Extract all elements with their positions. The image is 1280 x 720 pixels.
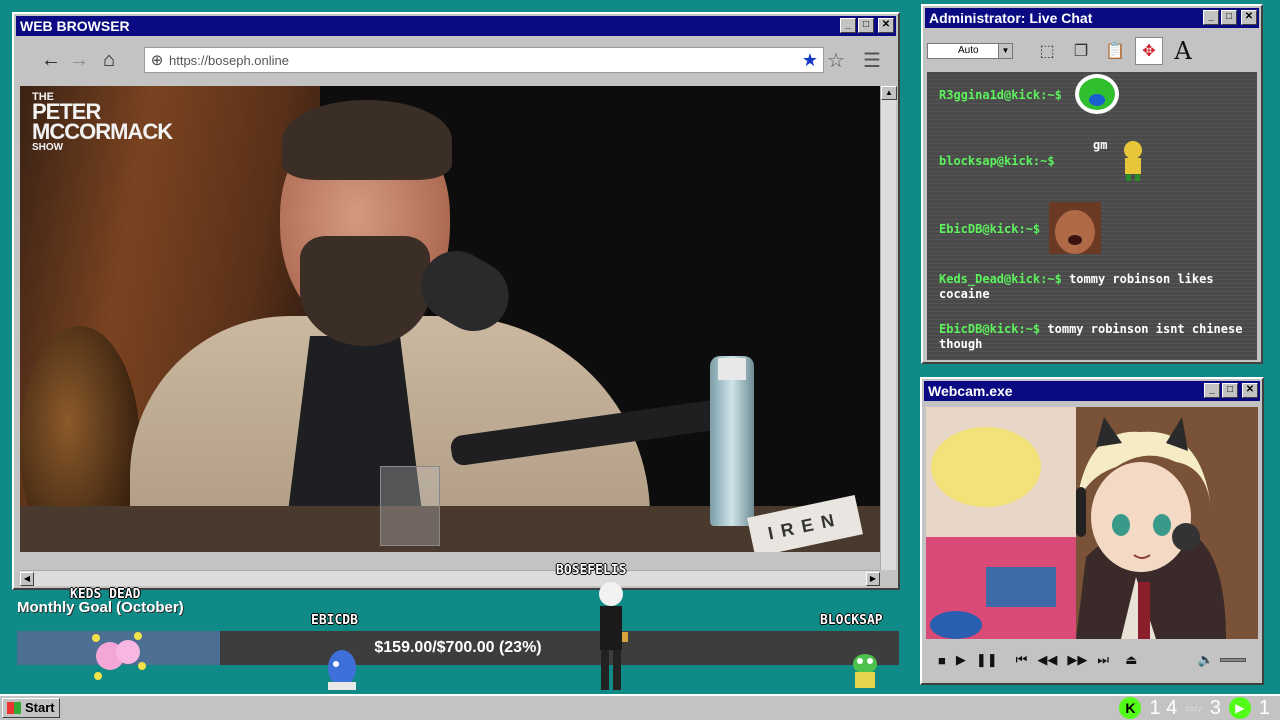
chat-username[interactable]: R3ggina1d@kick:~$ — [939, 88, 1062, 102]
scroll-left-arrow-icon[interactable]: ◀ — [20, 572, 34, 586]
webcam-titlebar[interactable]: Webcam.exe _ □ ✕ — [924, 381, 1260, 401]
chat-username[interactable]: EbicDB@kick:~$ — [939, 222, 1040, 236]
eject-icon[interactable]: ⏏ — [1125, 652, 1137, 668]
scroll-up-arrow-icon[interactable]: ▲ — [881, 86, 897, 100]
chat-username[interactable]: blocksap@kick:~$ — [939, 154, 1055, 168]
chat-titlebar[interactable]: Administrator: Live Chat _ □ ✕ — [925, 8, 1259, 28]
chevron-down-icon[interactable]: ▼ — [998, 44, 1012, 58]
chat-toolbar: Auto ▼ ⬚ ❐ 📋 ✥ A — [927, 34, 1257, 68]
chat-message: blocksap@kick:~$ — [939, 154, 1249, 169]
sprite-name-blocksap: BLOCKSAP — [820, 613, 883, 628]
vtuber-avatar — [926, 407, 1258, 639]
pink-sprite — [92, 632, 146, 680]
copy-icon[interactable]: ❐ — [1067, 37, 1095, 65]
globe-icon: ⊕ — [150, 52, 164, 69]
font-icon[interactable]: A — [1169, 37, 1197, 65]
sprite-name-ebicdb: EBICDB — [311, 613, 358, 628]
kick-logo-icon[interactable]: K — [1119, 697, 1142, 719]
chat-username[interactable]: Keds_Dead@kick:~$ — [939, 272, 1062, 286]
dark-character-sprite — [599, 582, 628, 690]
skip-forward-icon[interactable]: ⏭ — [1097, 652, 1109, 668]
speaker-hair — [282, 100, 452, 180]
vertical-scrollbar[interactable]: ▲ — [880, 86, 897, 570]
volume-control: 🔈 — [1198, 652, 1246, 668]
second-count: 3 — [1209, 696, 1221, 719]
bookmarked-star-icon[interactable]: ★ — [797, 50, 823, 71]
webcam-title: Webcam.exe — [928, 383, 1013, 399]
face-emote — [1049, 202, 1101, 254]
chat-title: Administrator: Live Chat — [929, 10, 1093, 26]
start-label: Start — [25, 700, 55, 715]
close-button[interactable]: ✕ — [1242, 383, 1258, 398]
move-icon[interactable]: ✥ — [1135, 37, 1163, 65]
sprite-name-keds-dead: KEDS DEAD — [70, 587, 141, 602]
paste-icon[interactable]: 📋 — [1101, 37, 1129, 65]
maximize-button[interactable]: □ — [858, 18, 874, 33]
speaker-beard — [300, 236, 430, 346]
chat-messages[interactable]: R3ggina1d@kick:~$ gm blocksap@kick:~$ Eb… — [927, 72, 1257, 360]
minimize-button[interactable]: _ — [840, 18, 856, 33]
chat-username[interactable]: EbicDB@kick:~$ — [939, 322, 1040, 336]
dropdown-value: Auto — [958, 45, 979, 56]
green-sticker-emote — [1075, 74, 1119, 114]
chat-message: EbicDB@kick:~$ tommy robinson isnt chine… — [939, 322, 1249, 352]
viewer-count: 1 4 — [1149, 696, 1178, 719]
browser-title: WEB BROWSER — [20, 18, 130, 34]
webcam-view — [926, 407, 1258, 639]
sprite-name-bosefelis: BOSEFELIS — [556, 563, 627, 578]
taskbar: Start K 1 4 cozy 3 ▶ 1 — [0, 694, 1280, 720]
pause-icon[interactable]: ❚❚ — [976, 652, 998, 668]
forward-arrow-icon[interactable]: → — [66, 47, 92, 73]
media-controls: ■ ▶ ❚❚ ⏮ ◀◀ ▶▶ ⏭ ⏏ 🔈 — [926, 645, 1258, 675]
select-rectangle-icon[interactable]: ⬚ — [1033, 37, 1061, 65]
goal-progress-bar: $159.00/$700.00 (23%) — [17, 631, 899, 665]
chat-message: Keds_Dead@kick:~$ tommy robinson likes c… — [939, 272, 1249, 302]
horizontal-scrollbar[interactable]: ◀ ▶ — [20, 570, 880, 586]
browser-navbar: ← → ⌂ ⊕ https://boseph.online ★ ☆ ☰ — [20, 42, 892, 78]
hamburger-menu-icon[interactable]: ☰ — [858, 47, 886, 73]
system-tray: K 1 4 cozy 3 ▶ 1 — [1119, 696, 1270, 720]
volume-slider[interactable] — [1220, 658, 1246, 662]
windows-logo-icon — [7, 702, 21, 714]
bookmark-star-outline-icon[interactable]: ☆ — [822, 47, 850, 73]
play-badge-icon[interactable]: ▶ — [1228, 697, 1251, 719]
scroll-right-arrow-icon[interactable]: ▶ — [866, 572, 880, 586]
maximize-button[interactable]: □ — [1221, 10, 1237, 25]
drinking-glass — [380, 466, 440, 546]
stop-icon[interactable]: ■ — [938, 653, 946, 668]
maximize-button[interactable]: □ — [1222, 383, 1238, 398]
browser-titlebar[interactable]: WEB BROWSER _ □ ✕ — [16, 16, 896, 36]
water-bottle — [710, 356, 754, 526]
close-button[interactable]: ✕ — [878, 18, 894, 33]
chat-window: Administrator: Live Chat _ □ ✕ Auto ▼ ⬚ … — [921, 4, 1263, 364]
minimize-button[interactable]: _ — [1203, 10, 1219, 25]
address-bar[interactable]: ⊕ https://boseph.online ★ — [144, 47, 824, 73]
url-text[interactable]: https://boseph.online — [169, 53, 797, 68]
bottle-cap — [718, 358, 746, 380]
play-icon[interactable]: ▶ — [956, 652, 966, 668]
speaker-icon[interactable]: 🔈 — [1198, 652, 1214, 668]
rewind-icon[interactable]: ◀◀ — [1037, 652, 1057, 668]
cozy-label: cozy — [1185, 703, 1202, 713]
webcam-window: Webcam.exe _ □ ✕ ■ ▶ ❚❚ ⏮ ◀◀ ▶▶ ⏭ ⏏ 🔈 — [920, 377, 1264, 685]
close-button[interactable]: ✕ — [1241, 10, 1257, 25]
back-arrow-icon[interactable]: ← — [38, 47, 64, 73]
fast-forward-icon[interactable]: ▶▶ — [1067, 652, 1087, 668]
browser-window: WEB BROWSER _ □ ✕ ← → ⌂ ⊕ https://boseph… — [12, 12, 900, 590]
start-button[interactable]: Start — [2, 698, 60, 718]
frog-sprite — [853, 654, 877, 688]
show-logo: THE PETER MCCORMACK SHOW — [32, 91, 173, 153]
third-count: 1 — [1258, 696, 1270, 719]
blue-sprite — [328, 650, 356, 690]
video-player[interactable]: THE PETER MCCORMACK SHOW IREN — [20, 86, 880, 552]
skip-back-icon[interactable]: ⏮ — [1016, 652, 1028, 668]
size-dropdown[interactable]: Auto ▼ — [927, 43, 1013, 59]
minimize-button[interactable]: _ — [1204, 383, 1220, 398]
pixel-character-emote — [1124, 141, 1142, 181]
chat-message-text: gm — [1093, 138, 1108, 152]
goal-progress-text: $159.00/$700.00 (23%) — [374, 639, 542, 656]
home-icon[interactable]: ⌂ — [96, 47, 122, 73]
